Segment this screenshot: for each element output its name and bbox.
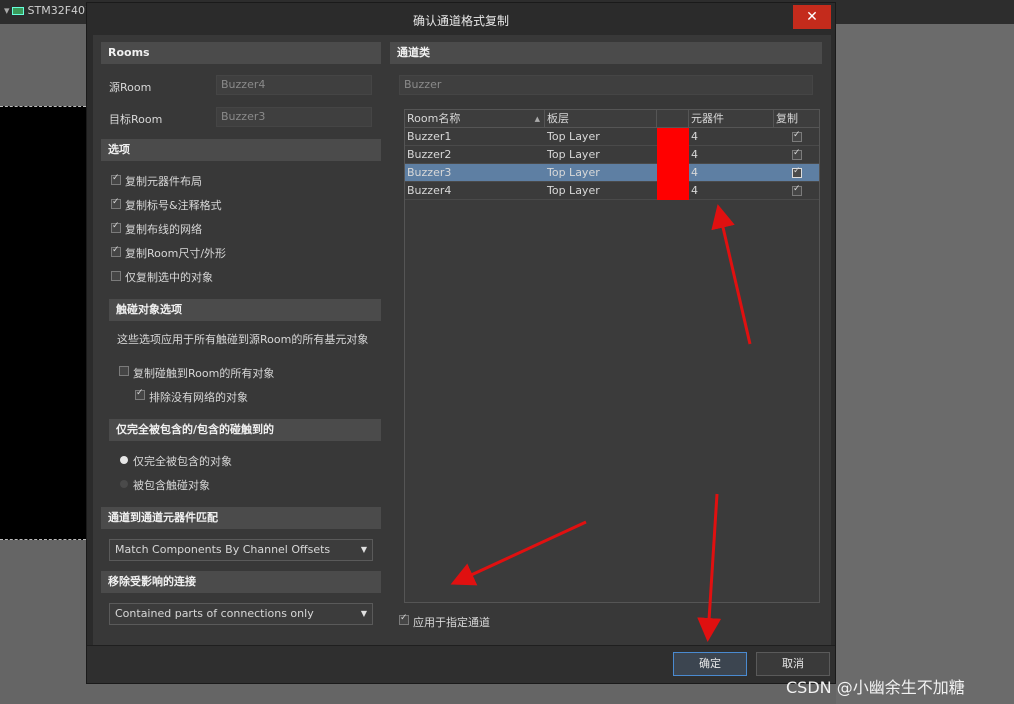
options-header: 选项	[101, 139, 381, 161]
copy-component-layout-label: 复制元器件布局	[125, 175, 202, 188]
confirm-channel-format-copy-dialog: 确认通道格式复制 ✕ Rooms 源Room Buzzer4 目标Room Bu…	[86, 2, 836, 684]
chevron-down-icon: ▾	[4, 4, 10, 17]
room-color-swatch	[657, 128, 689, 146]
room-color-swatch	[657, 146, 689, 164]
column-layer[interactable]: 板层	[545, 110, 657, 128]
document-tab-label: STM32F407	[27, 4, 90, 17]
remove-connections-dropdown[interactable]: Contained parts of connections only ▼	[109, 603, 373, 625]
cancel-button[interactable]: 取消	[756, 652, 830, 676]
room-name-cell: Buzzer4	[407, 184, 452, 197]
target-room-field[interactable]: Buzzer3	[216, 107, 372, 127]
copy-routed-nets-checkbox[interactable]	[111, 221, 121, 233]
touch-options-description: 这些选项应用于所有触碰到源Room的所有基元对象	[117, 333, 369, 346]
copy-checkbox[interactable]	[792, 130, 802, 142]
copy-selected-only-checkbox[interactable]	[111, 271, 121, 281]
components-cell: 4	[691, 166, 698, 179]
background-panel	[836, 24, 1014, 704]
watermark: CSDN @小幽余生不加糖	[786, 678, 965, 697]
pcb-canvas	[0, 106, 86, 540]
copy-selected-only-label: 仅复制选中的对象	[125, 271, 213, 284]
remove-connections-header: 移除受影响的连接	[101, 571, 381, 593]
sort-arrow-icon: ▲	[534, 115, 540, 123]
remove-connections-value: Contained parts of connections only	[115, 607, 314, 620]
dropdown-arrow-icon: ▼	[360, 609, 367, 618]
apply-to-channel-checkbox[interactable]	[399, 613, 409, 625]
copy-room-shape-checkbox[interactable]	[111, 245, 121, 257]
touch-options-header: 触碰对象选项	[109, 299, 381, 321]
layer-cell: Top Layer	[547, 184, 600, 197]
copy-designator-format-label: 复制标号&注释格式	[125, 199, 222, 212]
column-room-name[interactable]: Room名称 ▲	[405, 110, 545, 128]
column-room-name-label: Room名称	[407, 112, 461, 125]
column-copy[interactable]: 复制	[774, 110, 819, 128]
copy-checkbox[interactable]	[792, 166, 802, 178]
fully-contained-label: 仅完全被包含的对象	[133, 455, 232, 468]
copy-routed-nets-label: 复制布线的网络	[125, 223, 202, 236]
table-row[interactable]: Buzzer4 Top Layer 4	[405, 182, 819, 200]
room-name-cell: Buzzer3	[407, 166, 452, 179]
table-row[interactable]: Buzzer2 Top Layer 4	[405, 146, 819, 164]
rooms-header: Rooms	[101, 42, 381, 64]
apply-to-channel-label: 应用于指定通道	[413, 616, 490, 629]
exclude-no-net-checkbox[interactable]	[135, 388, 145, 400]
dialog-titlebar[interactable]: 确认通道格式复制 ✕	[87, 3, 835, 33]
layer-cell: Top Layer	[547, 148, 600, 161]
copy-touching-objects-label: 复制碰触到Room的所有对象	[133, 367, 275, 380]
column-components[interactable]: 元器件	[689, 110, 774, 128]
components-cell: 4	[691, 148, 698, 161]
fully-contained-radio[interactable]	[120, 456, 128, 464]
document-tab[interactable]: ▾ STM32F407	[0, 2, 90, 24]
components-cell: 4	[691, 130, 698, 143]
source-room-field[interactable]: Buzzer4	[216, 75, 372, 95]
room-color-swatch	[657, 164, 689, 182]
room-name-cell: Buzzer2	[407, 148, 452, 161]
contained-touching-radio[interactable]	[120, 480, 128, 488]
copy-component-layout-checkbox[interactable]	[111, 173, 121, 185]
exclude-no-net-label: 排除没有网络的对象	[149, 391, 248, 404]
channel-class-header: 通道类	[390, 42, 822, 64]
dialog-body: Rooms 源Room Buzzer4 目标Room Buzzer3 选项 复制…	[93, 35, 831, 645]
table-row-selected[interactable]: Buzzer3 Top Layer 4	[405, 164, 819, 182]
table-header: Room名称 ▲ 板层 元器件 复制	[405, 110, 819, 128]
containment-header: 仅完全被包含的/包含的碰触到的	[109, 419, 381, 441]
copy-room-shape-label: 复制Room尺寸/外形	[125, 247, 227, 260]
column-color[interactable]	[657, 110, 689, 128]
copy-touching-objects-checkbox[interactable]	[119, 366, 129, 376]
layer-cell: Top Layer	[547, 166, 600, 179]
source-room-label: 源Room	[109, 81, 152, 94]
component-matching-dropdown[interactable]: Match Components By Channel Offsets ▼	[109, 539, 373, 561]
channel-class-field[interactable]: Buzzer	[399, 75, 813, 95]
copy-checkbox[interactable]	[792, 184, 802, 196]
contained-touching-label: 被包含触碰对象	[133, 479, 210, 492]
copy-designator-format-checkbox[interactable]	[111, 197, 121, 209]
room-color-swatch	[657, 182, 689, 200]
target-room-label: 目标Room	[109, 113, 163, 126]
component-matching-header: 通道到通道元器件匹配	[101, 507, 381, 529]
components-cell: 4	[691, 184, 698, 197]
pcb-icon	[11, 7, 24, 15]
layer-cell: Top Layer	[547, 130, 600, 143]
close-button[interactable]: ✕	[793, 5, 831, 29]
copy-checkbox[interactable]	[792, 148, 802, 160]
rooms-table: Room名称 ▲ 板层 元器件 复制 Buzzer1 Top Layer 4 B…	[404, 109, 820, 603]
table-row[interactable]: Buzzer1 Top Layer 4	[405, 128, 819, 146]
close-icon: ✕	[806, 9, 818, 25]
dialog-title: 确认通道格式复制	[412, 14, 509, 28]
room-name-cell: Buzzer1	[407, 130, 452, 143]
dialog-footer: 确定 取消	[87, 645, 835, 683]
ok-button[interactable]: 确定	[673, 652, 747, 676]
component-matching-value: Match Components By Channel Offsets	[115, 543, 331, 556]
dropdown-arrow-icon: ▼	[360, 545, 367, 554]
